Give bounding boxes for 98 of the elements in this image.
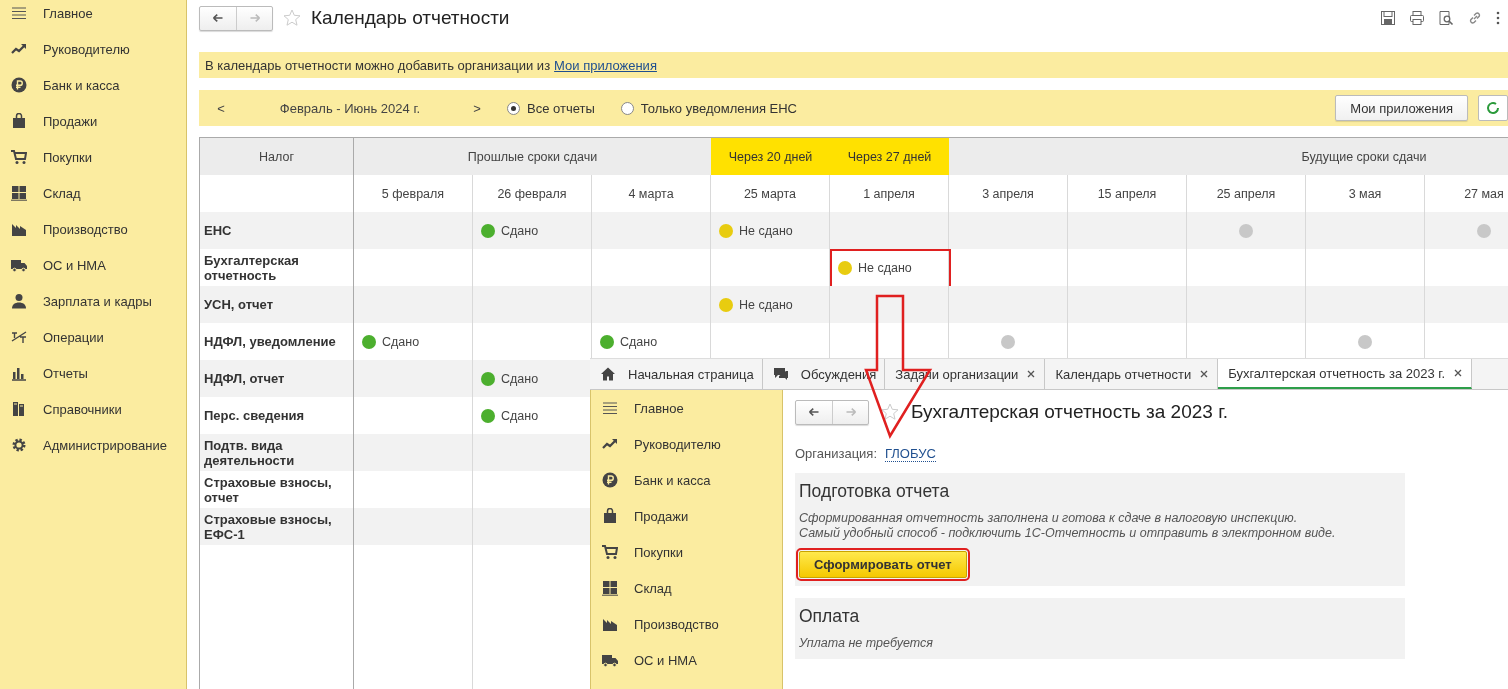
sidebar-item[interactable]: Отчеты — [43, 365, 88, 381]
refresh-button[interactable] — [1478, 95, 1508, 121]
gear-icon — [11, 437, 27, 453]
status-label: Не сдано — [739, 297, 793, 312]
bar-chart-icon — [11, 365, 27, 381]
menu-icon — [602, 400, 618, 416]
sidebar-item[interactable]: Руководителю — [634, 436, 721, 452]
status-label: Сдано — [620, 334, 658, 349]
menu-icon — [11, 5, 27, 21]
period-group-header: Будущие сроки сдачи — [949, 138, 1508, 175]
status-label: Не сдано — [739, 223, 793, 238]
radio-label[interactable]: Только уведомления ЕНС — [640, 100, 797, 116]
bag-icon — [11, 113, 27, 129]
sidebar-item[interactable]: Зарплата и кадры — [43, 293, 152, 309]
panel-title: Оплата — [799, 606, 861, 627]
books-icon — [11, 401, 27, 417]
my-apps-button[interactable]: Мои приложения — [1335, 95, 1468, 121]
refresh-icon — [1485, 100, 1501, 116]
sidebar-item[interactable]: Склад — [634, 580, 672, 596]
page-title: Календарь отчетности — [311, 7, 510, 29]
organization-link[interactable]: ГЛОБУС — [885, 446, 936, 462]
sidebar-item[interactable]: Главное — [634, 400, 684, 416]
panel-text: Самый удобный способ - подключить 1С-Отчетность и отправить в электронном виде. — [799, 526, 1337, 541]
home-icon — [600, 366, 616, 382]
sidebar-item[interactable]: Справочники — [43, 401, 122, 417]
tax-name: НДФЛ, отчет — [200, 360, 354, 397]
sidebar-item[interactable]: ОС и НМА — [43, 257, 106, 273]
period-group-header: Через 27 дней — [830, 138, 949, 175]
factory-icon — [602, 616, 618, 632]
grid-icon — [602, 580, 618, 596]
link-icon — [1467, 10, 1483, 26]
table-cell[interactable]: Не сдано — [711, 212, 830, 249]
tab[interactable]: Бухгалтерская отчетность за 2023 г. — [1218, 359, 1473, 389]
sidebar-item[interactable]: Банк и касса — [634, 472, 711, 488]
tax-name: Страховые взносы, ЕФС-1 — [200, 508, 354, 545]
info-text: В календарь отчетности можно добавить организации из — [205, 57, 551, 73]
sidebar-item[interactable]: Руководителю — [43, 41, 130, 57]
tax-name: ЕНС — [200, 212, 354, 249]
period-group-header: Через 20 дней — [711, 138, 830, 175]
ruble-icon — [11, 77, 27, 93]
status-label: Не сдано — [858, 260, 912, 275]
sidebar-item[interactable]: Производство — [634, 616, 719, 632]
table-cell[interactable]: Сдано — [473, 212, 592, 249]
save-icon — [1380, 10, 1396, 26]
table-cell[interactable]: Сдано — [473, 360, 592, 397]
tab[interactable]: Начальная страница — [590, 359, 763, 389]
panel-title: Подготовка отчета — [799, 481, 951, 502]
bag-icon — [602, 508, 618, 524]
my-apps-link[interactable]: Мои приложения — [554, 57, 657, 73]
person-icon — [11, 293, 27, 309]
sidebar-item[interactable]: Главное — [43, 5, 93, 21]
sidebar-item[interactable]: Продажи — [634, 508, 689, 524]
tax-name: УСН, отчет — [200, 286, 354, 323]
print-icon — [1409, 10, 1425, 26]
sidebar-item[interactable]: Покупки — [43, 149, 92, 165]
previous-period-button[interactable]: < — [209, 100, 233, 116]
back-arrow-icon — [211, 12, 225, 24]
period-group-header: Прошлые сроки сдачи — [354, 138, 711, 175]
status-label: Сдано — [501, 408, 539, 423]
sidebar-item[interactable]: Операции — [43, 329, 104, 345]
sidebar-item[interactable]: ОС и НМА — [634, 652, 697, 668]
sidebar-item[interactable]: Склад — [43, 185, 81, 201]
sidebar-item[interactable]: Производство — [43, 221, 128, 237]
radio-label[interactable]: Все отчеты — [527, 100, 595, 116]
table-cell[interactable]: Не сдано — [711, 286, 830, 323]
sidebar-item[interactable]: Продажи — [43, 113, 98, 129]
radio-button[interactable] — [620, 101, 634, 115]
sidebar-item[interactable]: Администрирование — [43, 437, 167, 453]
factory-icon — [11, 221, 27, 237]
panel-text: Уплата не требуется — [799, 636, 934, 651]
ruble-icon — [602, 472, 618, 488]
chat-icon — [772, 366, 789, 382]
truck-icon — [602, 652, 618, 668]
preview-icon — [1438, 10, 1454, 26]
radio-button[interactable] — [507, 101, 520, 115]
organization-label: Организация: — [795, 446, 878, 462]
period-label: Февраль - Июнь 2024 г. — [278, 100, 422, 116]
next-period-button[interactable]: > — [465, 100, 489, 116]
status-label: Сдано — [501, 223, 539, 238]
star-icon — [881, 403, 899, 421]
star-icon — [283, 9, 301, 27]
table-cell[interactable] — [1187, 212, 1306, 249]
generate-report-button[interactable]: Сформировать отчет — [799, 551, 967, 578]
column-header: Налог — [200, 138, 354, 175]
grid-icon — [11, 185, 27, 201]
truck-icon — [11, 257, 27, 273]
ledger-icon — [11, 329, 27, 345]
sidebar-item[interactable]: Покупки — [634, 544, 683, 560]
status-label: Сдано — [501, 371, 539, 386]
tax-name: Подтв. вида деятельности — [200, 434, 354, 471]
sidebar-item[interactable]: Банк и касса — [43, 77, 120, 93]
status-label: Сдано — [382, 334, 420, 349]
cart-icon — [11, 149, 27, 165]
more-icon — [1496, 10, 1500, 26]
document-title: Бухгалтерская отчетность за 2023 г. — [911, 401, 1229, 423]
back-arrow-icon — [807, 406, 821, 418]
panel-text: Сформированная отчетность заполнена и готова к сдаче в налоговую инспекцию. — [799, 511, 1299, 526]
cart-icon — [602, 544, 618, 560]
